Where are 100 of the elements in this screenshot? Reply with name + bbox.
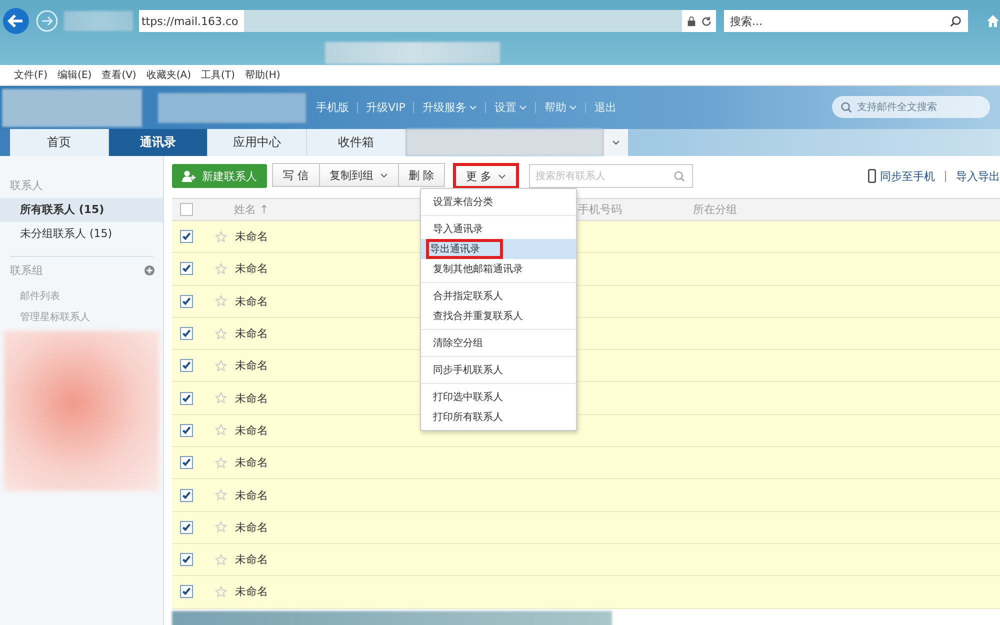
url-text: ttps://mail.163.co <box>139 14 240 28</box>
search-placeholder: 支持邮件全文搜索 <box>857 100 937 114</box>
dropdown-item[interactable]: 复制其他邮箱通讯录 <box>421 259 576 279</box>
dropdown-item-label: 复制其他邮箱通讯录 <box>432 262 524 277</box>
tab[interactable]: 通讯录 <box>109 129 208 156</box>
caret-icon <box>380 172 388 178</box>
phone-icon <box>868 169 876 183</box>
star-icon[interactable] <box>215 360 227 372</box>
dropdown-item-label: 查找合并重复联系人 <box>432 310 524 324</box>
row-checkbox[interactable] <box>180 456 193 470</box>
dropdown-item[interactable]: 导出通讯录 <box>421 239 576 259</box>
row-checkbox[interactable] <box>180 520 193 534</box>
section-heading: 联系人 <box>9 178 44 194</box>
search-icon[interactable] <box>949 14 962 28</box>
row-checkbox[interactable] <box>180 424 193 437</box>
column-header: 所在分组 <box>693 202 737 217</box>
contact-name: 未命名 <box>235 390 268 406</box>
star-icon[interactable] <box>215 295 227 308</box>
row-checkbox[interactable] <box>180 553 193 566</box>
toolbar-button[interactable]: 写 信 <box>272 163 320 187</box>
contact-name: 未命名 <box>235 422 268 438</box>
star-icon[interactable] <box>215 586 227 598</box>
sync-link[interactable]: 同步至手机 <box>880 168 935 184</box>
contact-name: 未命名 <box>235 488 268 503</box>
star-icon[interactable] <box>215 456 227 469</box>
menu-item[interactable]: 帮助(H) <box>244 68 280 82</box>
row-checkbox[interactable] <box>180 488 193 502</box>
contact-name: 未命名 <box>235 552 268 568</box>
back-icon[interactable] <box>2 7 30 35</box>
row-checkbox[interactable] <box>180 585 193 598</box>
import-export-link[interactable]: 导入导出 <box>956 168 1000 184</box>
sidebar-item[interactable]: 所有联系人 (15) <box>0 198 163 222</box>
forward-icon[interactable] <box>36 10 58 32</box>
section-heading: 联系组 <box>10 263 43 278</box>
caret-icon <box>519 105 528 110</box>
tab[interactable]: 应用中心 <box>208 129 307 156</box>
toolbar-button[interactable]: 更 多 <box>453 163 518 189</box>
row-checkbox[interactable] <box>180 230 193 244</box>
dropdown-item-label: 清除空分组 <box>432 336 484 351</box>
dropdown-item-label: 导出通讯录 <box>426 239 503 259</box>
contact-name: 未命名 <box>235 455 268 470</box>
menu-item[interactable]: 工具(T) <box>201 68 235 82</box>
menu-item[interactable]: 编辑(E) <box>58 68 92 82</box>
contact-name: 未命名 <box>235 261 268 276</box>
row-checkbox[interactable] <box>180 359 193 372</box>
dropdown-item[interactable]: 合并指定联系人 <box>421 286 576 306</box>
dropdown-item-label: 打印选中联系人 <box>432 390 504 405</box>
caret-icon <box>498 174 506 178</box>
caret-icon <box>612 140 620 145</box>
row-checkbox[interactable] <box>180 327 193 340</box>
toolbar-button[interactable]: 删 除 <box>398 163 445 187</box>
search-placeholder: 搜索... <box>730 14 763 28</box>
menu-item[interactable]: 查看(V) <box>102 68 136 82</box>
dropdown-item[interactable]: 设置来信分类 <box>421 192 576 212</box>
dropdown-item-label: 同步手机联系人 <box>432 364 504 378</box>
contact-name: 未命名 <box>235 584 268 600</box>
redacted-area <box>64 11 134 31</box>
browser-search-field[interactable]: 搜索... <box>724 10 968 32</box>
star-icon[interactable] <box>215 521 227 534</box>
star-icon[interactable] <box>215 328 227 340</box>
lock-icon <box>686 16 698 26</box>
caret-icon <box>569 105 578 110</box>
toolbar-button[interactable]: 复制到组 <box>318 163 398 187</box>
tab[interactable]: 首页 <box>10 129 109 156</box>
row-checkbox[interactable] <box>180 262 193 276</box>
tabs-menu-button[interactable] <box>603 129 628 156</box>
sidebar-item[interactable]: 未分组联系人 (15) <box>0 222 163 246</box>
star-icon[interactable] <box>215 424 227 436</box>
dropdown-item-label: 设置来信分类 <box>432 196 494 210</box>
star-icon[interactable] <box>215 489 227 502</box>
dropdown-item[interactable]: 清除空分组 <box>421 333 576 353</box>
add-icon[interactable] <box>144 265 155 276</box>
star-icon[interactable] <box>215 230 227 243</box>
dropdown-item-label: 导入通讯录 <box>432 222 484 237</box>
search-icon <box>840 100 853 114</box>
dropdown-item[interactable]: 打印所有联系人 <box>421 407 576 427</box>
menu-item[interactable]: 文件(F) <box>14 68 48 82</box>
star-icon[interactable] <box>215 554 227 566</box>
column-header: 手机号码 <box>578 202 623 217</box>
dropdown-item[interactable]: 导入通讯录 <box>421 219 576 239</box>
dropdown-item[interactable]: 查找合并重复联系人 <box>421 306 576 326</box>
contact-name: 未命名 <box>235 294 268 309</box>
dropdown-item-label: 合并指定联系人 <box>432 290 504 304</box>
contact-name: 未命名 <box>235 358 268 374</box>
star-icon[interactable] <box>215 262 227 275</box>
row-checkbox[interactable] <box>180 392 193 405</box>
dropdown-item[interactable]: 同步手机联系人 <box>421 360 576 380</box>
menu-item[interactable]: 收藏夹(A) <box>146 68 191 82</box>
dropdown-item[interactable]: 打印选中联系人 <box>421 387 576 407</box>
address-bar[interactable]: ttps://mail.163.co <box>139 10 716 32</box>
contact-name: 未命名 <box>235 229 268 244</box>
contact-name: 未命名 <box>235 326 268 342</box>
add-person-icon <box>182 170 196 182</box>
star-icon[interactable] <box>215 392 227 404</box>
refresh-icon[interactable] <box>701 16 712 26</box>
row-checkbox[interactable] <box>180 294 193 308</box>
home-icon[interactable] <box>986 14 1000 28</box>
tab[interactable]: 收件箱 <box>307 129 406 156</box>
select-all-checkbox[interactable] <box>180 203 193 216</box>
contact-name: 未命名 <box>235 520 268 535</box>
